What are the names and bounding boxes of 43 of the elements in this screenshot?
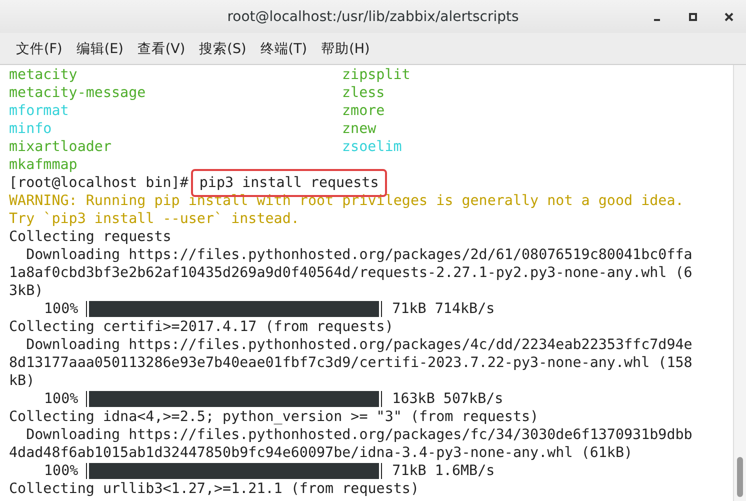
command-text: pip3 install requests <box>191 169 387 197</box>
menu-item[interactable]: 查看(V) <box>137 40 186 58</box>
window-title: root@localhost:/usr/lib/zabbix/alertscripts <box>227 8 519 24</box>
file-name: mformat <box>9 102 70 120</box>
output-line: Collecting urllib3<1.27,>=1.21.1 (from requests) <box>9 480 419 498</box>
progress-percent: 100% <box>44 300 78 318</box>
output-line: Downloading https://files.pythonhosted.org/packages/4c/dd/2234eab22353ffc7d94e <box>25 336 692 354</box>
file-name: zsoelim <box>342 138 402 156</box>
minimize-icon <box>654 19 660 21</box>
output-line: 8d13177aaa050113286e93e7b40eae01fbf7c3d9/certifi-2023.7.22-py3-none-any.whl (158 <box>9 354 692 372</box>
output-line: Collecting idna<4,>=2.5; python_version >= "3" (from requests) <box>9 408 539 426</box>
output-line: 3kB) <box>9 282 44 300</box>
output-line: 1a8af0cbd3bf3e2b62af10435d269a9d0f40564d/requests-2.27.1-py2.py3-none-any.whl (6 <box>9 264 692 282</box>
progress-percent: 100% <box>44 390 78 408</box>
output-line: kB) <box>9 372 35 390</box>
output-line: Collecting certifi>=2017.4.17 (from requests) <box>9 318 394 336</box>
output-line: Downloading https://files.pythonhosted.org/packages/fc/34/3030de6f1370931b9dbb <box>25 426 692 444</box>
shell-prompt: [root@localhost bin]# <box>9 174 188 192</box>
file-name: metacity-message <box>9 84 147 102</box>
menu-item[interactable]: 文件(F) <box>16 40 62 58</box>
output-line: Collecting requests <box>9 228 172 246</box>
file-name: zmore <box>342 102 385 120</box>
file-name: minfo <box>9 120 53 138</box>
close-icon <box>724 12 734 22</box>
file-name: znew <box>342 120 376 138</box>
progress-info: 71kB 714kB/s <box>392 300 495 318</box>
warning-text: Try `pip3 install --user` instead. <box>9 210 300 228</box>
file-name: zless <box>342 84 385 102</box>
progress-info: 71kB 1.6MB/s <box>392 462 495 480</box>
output-line: 4dad48f6ab1015ab1d32447850b9fc94e60097be/idna-3.4-py3-none-any.whl (61kB) <box>9 444 633 462</box>
progress-percent: 100% <box>44 462 78 480</box>
output-line: Downloading https://files.pythonhosted.org/packages/2d/61/08076519c80041bc0ffa <box>25 246 692 264</box>
file-name: mixartloader <box>9 138 112 156</box>
menu-item[interactable]: 编辑(E) <box>76 40 124 58</box>
file-name: zipsplit <box>342 66 410 84</box>
file-name: metacity <box>9 66 78 84</box>
scrollbar[interactable] <box>733 65 746 501</box>
menu-item[interactable]: 搜索(S) <box>199 40 246 58</box>
menu-item[interactable]: 终端(T) <box>260 40 308 58</box>
progress-info: 163kB 507kB/s <box>392 390 504 408</box>
maximize-icon <box>688 12 698 22</box>
menu-item[interactable]: 帮助(H) <box>321 40 370 58</box>
file-name: mkafmmap <box>9 156 78 174</box>
